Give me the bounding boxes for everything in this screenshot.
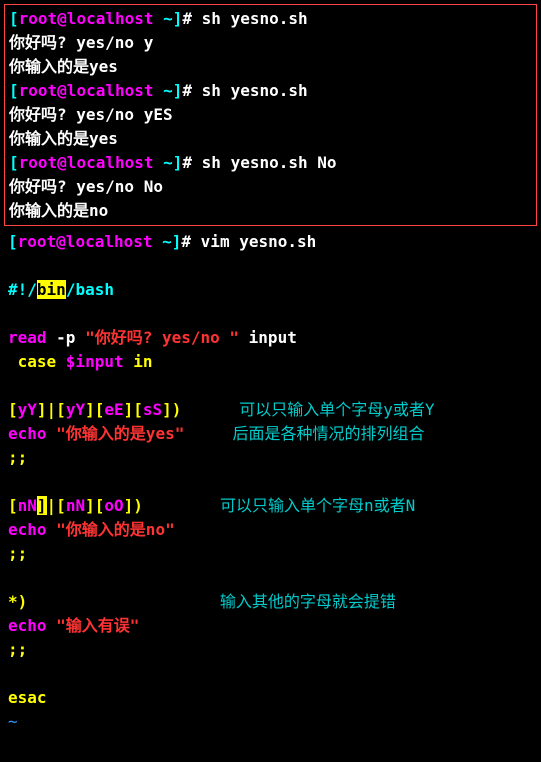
output-line: 你输入的是yes [9, 127, 532, 151]
prompt-bracket: ] [172, 232, 182, 251]
string: "输入有误" [56, 616, 139, 635]
terminal-line: [root@localhost ~]# sh yesno.sh [9, 7, 532, 31]
pattern-star: *) 输入其他的字母就会提错 [8, 590, 533, 614]
keyword-echo: echo [8, 520, 56, 539]
terminal-line: [root@localhost ~]# vim yesno.sh [8, 230, 533, 254]
prompt-hash: # [181, 232, 200, 251]
prompt-bracket: [ [8, 232, 18, 251]
read-line: read -p "你好吗? yes/no " input [8, 326, 533, 350]
variable: input [239, 328, 297, 347]
keyword-in: in [124, 352, 153, 371]
comment: 后面是各种情况的排列组合 [233, 424, 425, 443]
prompt-bracket: [ [9, 9, 19, 28]
pattern-yes: [yY]|[yY][eE][sS]) 可以只输入单个字母y或者Y [8, 398, 533, 422]
prompt-user: root@localhost [19, 81, 154, 100]
command: sh yesno.sh [202, 81, 308, 100]
command: sh yesno.sh [202, 9, 308, 28]
shebang: /bash [66, 280, 114, 299]
prompt-bracket: ] [173, 81, 183, 100]
prompt-hash: # [182, 9, 201, 28]
echo-error: echo "输入有误" [8, 614, 533, 638]
prompt-path: ~ [154, 9, 173, 28]
output-line: 你好吗? yes/no y [9, 31, 532, 55]
prompt-bracket: [ [9, 81, 19, 100]
terminal-output-box: [root@localhost ~]# sh yesno.sh 你好吗? yes… [4, 4, 537, 226]
comment: 可以只输入单个字母y或者Y [239, 400, 434, 419]
comment: 输入其他的字母就会提错 [220, 592, 396, 611]
string: "你好吗? yes/no " [85, 328, 239, 347]
prompt-user: root@localhost [19, 153, 154, 172]
read-flag: -p [47, 328, 86, 347]
shebang: #!/ [8, 280, 37, 299]
string: "你输入的是no" [56, 520, 175, 539]
terminal-line: [root@localhost ~]# sh yesno.sh [9, 79, 532, 103]
prompt-path: ~ [154, 153, 173, 172]
command: sh yesno.sh No [202, 153, 337, 172]
shebang-bin: bin [37, 280, 66, 299]
prompt-user: root@localhost [19, 9, 154, 28]
command: vim yesno.sh [201, 232, 317, 251]
keyword-esac: esac [8, 686, 533, 710]
prompt-path: ~ [154, 81, 173, 100]
case-end: ;; [8, 638, 533, 662]
keyword-read: read [8, 328, 47, 347]
vim-tilde: ~ [8, 710, 533, 734]
terminal-line: [root@localhost ~]# sh yesno.sh No [9, 151, 532, 175]
keyword-case: case [8, 352, 66, 371]
output-line: 你好吗? yes/no yES [9, 103, 532, 127]
variable: $input [66, 352, 124, 371]
prompt-user: root@localhost [18, 232, 153, 251]
echo-yes: echo "你输入的是yes" 后面是各种情况的排列组合 [8, 422, 533, 446]
echo-no: echo "你输入的是no" [8, 518, 533, 542]
comment: 可以只输入单个字母n或者N [220, 496, 415, 515]
keyword-echo: echo [8, 424, 56, 443]
output-line: 你输入的是no [9, 199, 532, 223]
case-line: case $input in [8, 350, 533, 374]
vim-editor: [root@localhost ~]# vim yesno.sh #!/bin/… [4, 228, 537, 736]
prompt-path: ~ [153, 232, 172, 251]
prompt-hash: # [182, 153, 201, 172]
case-end: ;; [8, 542, 533, 566]
string: "你输入的是yes" [56, 424, 184, 443]
keyword-echo: echo [8, 616, 56, 635]
output-line: 你输入的是yes [9, 55, 532, 79]
prompt-hash: # [182, 81, 201, 100]
prompt-bracket: ] [173, 9, 183, 28]
prompt-bracket: ] [173, 153, 183, 172]
prompt-bracket: [ [9, 153, 19, 172]
case-end: ;; [8, 446, 533, 470]
output-line: 你好吗? yes/no No [9, 175, 532, 199]
pattern-no: [nN]|[nN][oO]) 可以只输入单个字母n或者N [8, 494, 533, 518]
shebang-line: #!/bin/bash [8, 278, 533, 302]
